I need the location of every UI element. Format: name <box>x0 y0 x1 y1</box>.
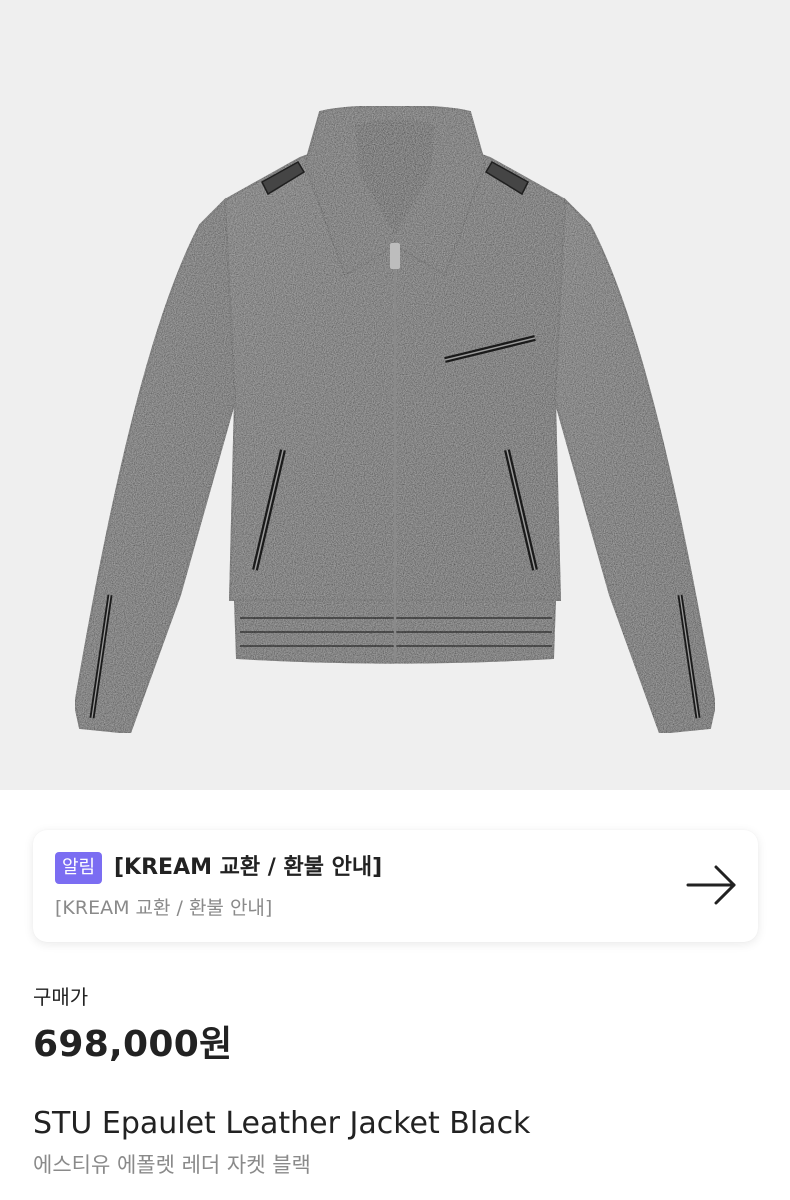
notice-badge: 알림 <box>55 852 103 884</box>
product-name: STU Epaulet Leather Jacket Black <box>33 1106 531 1141</box>
notice-subtitle: [KREAM 교환 / 환불 안내] <box>55 897 273 919</box>
price-value: 698,000원 <box>33 1024 233 1065</box>
notice-banner[interactable]: 알림 [KREAM 교환 / 환불 안내] [KREAM 교환 / 환불 안내] <box>33 830 758 942</box>
arrow-right-icon[interactable] <box>686 864 738 906</box>
product-name-korean: 에스티유 에폴렛 레더 자켓 블랙 <box>33 1153 311 1177</box>
leather-jacket-photo <box>73 105 717 735</box>
notice-title: [KREAM 교환 / 환불 안내] <box>114 855 383 880</box>
product-image[interactable] <box>0 0 790 790</box>
price-label: 구매가 <box>33 985 89 1009</box>
